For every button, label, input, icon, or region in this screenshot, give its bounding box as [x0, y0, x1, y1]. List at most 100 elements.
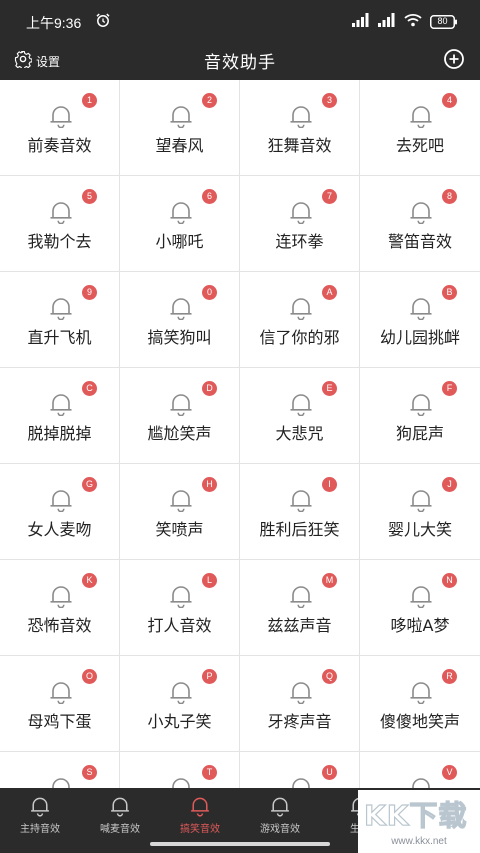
- hotkey-badge: J: [442, 477, 457, 492]
- hotkey-badge: 0: [202, 285, 217, 300]
- sound-cell[interactable]: S: [0, 752, 120, 788]
- tab-2[interactable]: 喊麦音效: [80, 788, 160, 838]
- hotkey-badge: B: [442, 285, 457, 300]
- bell-icon: [408, 200, 434, 228]
- hotkey-badge: U: [322, 765, 337, 780]
- bell-icon: [168, 392, 194, 420]
- sound-cell[interactable]: R 傻傻地笑声: [360, 656, 480, 752]
- hotkey-badge: 5: [82, 189, 97, 204]
- sound-cell[interactable]: T: [120, 752, 240, 788]
- sound-cell[interactable]: C 脱掉脱掉: [0, 368, 120, 464]
- sound-cell[interactable]: V: [360, 752, 480, 788]
- wifi-icon: [404, 12, 422, 31]
- bell-icon: [288, 392, 314, 420]
- sound-label: 大悲咒: [275, 424, 324, 443]
- sound-cell[interactable]: G 女人麦吻: [0, 464, 120, 560]
- sound-cell[interactable]: 6 小哪吒: [120, 176, 240, 272]
- sound-cell[interactable]: O 母鸡下蛋: [0, 656, 120, 752]
- hotkey-badge: E: [322, 381, 337, 396]
- bell-icon: [48, 104, 74, 132]
- sound-label: 打人音效: [147, 616, 212, 635]
- hotkey-badge: 1: [82, 93, 97, 108]
- sound-label: 小哪吒: [155, 232, 204, 251]
- home-indicator[interactable]: [150, 842, 330, 846]
- sound-cell[interactable]: 5 我勒个去: [0, 176, 120, 272]
- bell-icon: [48, 776, 74, 788]
- sound-label: 女人麦吻: [27, 520, 92, 539]
- hotkey-badge: D: [202, 381, 217, 396]
- bell-icon: [269, 795, 291, 821]
- hotkey-badge: T: [202, 765, 217, 780]
- bell-icon: [288, 200, 314, 228]
- sound-cell[interactable]: 1 前奏音效: [0, 80, 120, 176]
- sound-cell[interactable]: 0 搞笑狗叫: [120, 272, 240, 368]
- sound-cell[interactable]: 9 直升飞机: [0, 272, 120, 368]
- hotkey-badge: 6: [202, 189, 217, 204]
- hotkey-badge: O: [82, 669, 97, 684]
- bell-icon: [48, 392, 74, 420]
- settings-label: 设置: [36, 54, 61, 69]
- tab-label: 喊麦音效: [100, 824, 140, 835]
- sound-cell[interactable]: 3 狂舞音效: [240, 80, 360, 176]
- sound-cell[interactable]: J 婴儿大笑: [360, 464, 480, 560]
- tab-label: 搞笑音效: [180, 824, 220, 835]
- tab-1[interactable]: 主持音效: [0, 788, 80, 838]
- hotkey-badge: R: [442, 669, 457, 684]
- bell-icon: [288, 104, 314, 132]
- sound-cell[interactable]: M 兹兹声音: [240, 560, 360, 656]
- hotkey-badge: K: [82, 573, 97, 588]
- sound-cell[interactable]: N 哆啦A梦: [360, 560, 480, 656]
- sound-cell[interactable]: U: [240, 752, 360, 788]
- sound-cell[interactable]: 4 去死吧: [360, 80, 480, 176]
- sound-label: 母鸡下蛋: [27, 712, 92, 731]
- watermark: KK下载 www.kkx.net: [358, 790, 480, 853]
- sound-cell[interactable]: 8 警笛音效: [360, 176, 480, 272]
- hotkey-badge: C: [82, 381, 97, 396]
- bell-icon: [408, 104, 434, 132]
- sound-cell[interactable]: A 信了你的邪: [240, 272, 360, 368]
- sound-cell[interactable]: D 尴尬笑声: [120, 368, 240, 464]
- settings-button[interactable]: 设置: [14, 47, 60, 75]
- tab-4[interactable]: 游戏音效: [240, 788, 320, 838]
- tab-3[interactable]: 搞笑音效: [160, 788, 240, 838]
- sound-cell[interactable]: 2 望春风: [120, 80, 240, 176]
- alarm-icon: [95, 12, 111, 32]
- bell-icon: [408, 584, 434, 612]
- sound-cell[interactable]: 7 连环拳: [240, 176, 360, 272]
- hotkey-badge: P: [202, 669, 217, 684]
- gear-icon: [14, 50, 33, 72]
- hotkey-badge: 2: [202, 93, 217, 108]
- sound-cell[interactable]: K 恐怖音效: [0, 560, 120, 656]
- hotkey-badge: A: [322, 285, 337, 300]
- sound-cell[interactable]: I 胜利后狂笑: [240, 464, 360, 560]
- bell-icon: [408, 392, 434, 420]
- signal-icon: [352, 12, 370, 31]
- sound-cell[interactable]: L 打人音效: [120, 560, 240, 656]
- hotkey-badge: G: [82, 477, 97, 492]
- sound-cell[interactable]: F 狗屁声: [360, 368, 480, 464]
- sound-label: 信了你的邪: [259, 328, 340, 347]
- sound-label: 我勒个去: [27, 232, 92, 251]
- hotkey-badge: V: [442, 765, 457, 780]
- bell-icon: [168, 296, 194, 324]
- sound-label: 傻傻地笑声: [379, 712, 460, 731]
- sound-label: 笑喷声: [155, 520, 204, 539]
- page-title: 音效助手: [204, 53, 276, 72]
- bell-icon: [408, 296, 434, 324]
- sound-cell[interactable]: P 小丸子笑: [120, 656, 240, 752]
- sound-label: 狂舞音效: [267, 136, 332, 155]
- sound-label: 胜利后狂笑: [259, 520, 340, 539]
- status-bar: 上午9:36 80: [0, 0, 480, 44]
- bell-icon: [288, 296, 314, 324]
- sound-label: 婴儿大笑: [387, 520, 452, 539]
- sound-cell[interactable]: Q 牙疼声音: [240, 656, 360, 752]
- watermark-logo: KK下载: [363, 798, 468, 832]
- bell-icon: [109, 795, 131, 821]
- bell-icon: [168, 584, 194, 612]
- sound-cell[interactable]: B 幼儿园挑衅: [360, 272, 480, 368]
- sound-cell[interactable]: H 笑喷声: [120, 464, 240, 560]
- add-button[interactable]: [440, 47, 468, 75]
- sound-cell[interactable]: E 大悲咒: [240, 368, 360, 464]
- hotkey-badge: 7: [322, 189, 337, 204]
- sound-label: 搞笑狗叫: [147, 328, 212, 347]
